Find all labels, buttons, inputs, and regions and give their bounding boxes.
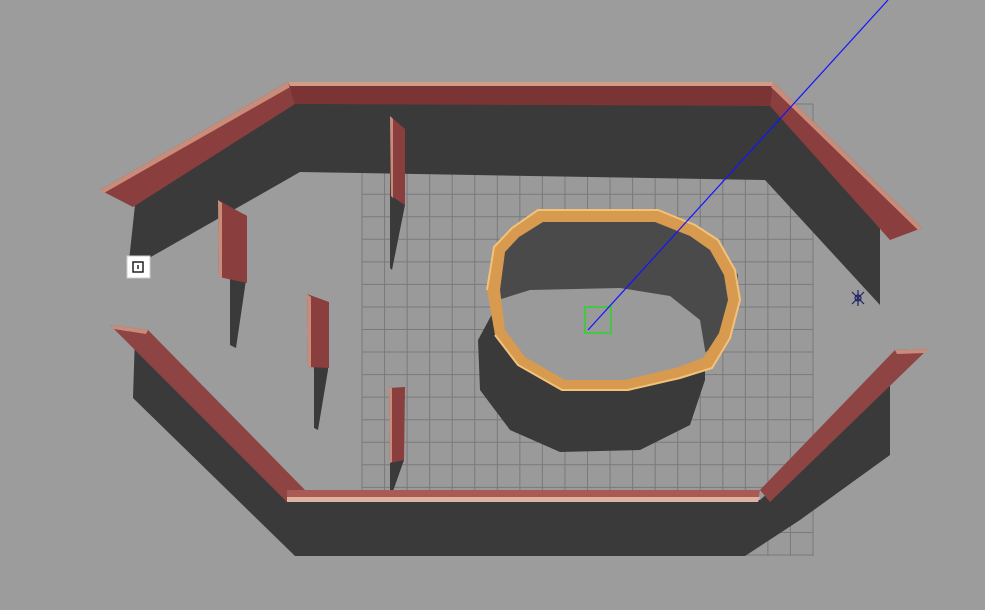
partition-1-edge <box>218 200 222 278</box>
simulation-viewport[interactable] <box>0 0 985 610</box>
scene-canvas[interactable] <box>0 0 985 610</box>
partition-2-edge <box>307 294 311 367</box>
partition-1 <box>218 200 247 283</box>
wall-bottom-cap <box>287 497 760 502</box>
wall-bottom-left <box>110 325 305 502</box>
center-pen <box>486 209 742 391</box>
light-source-icon[interactable] <box>851 290 865 306</box>
wall-top-cap <box>288 82 773 86</box>
origin-marker-icon[interactable] <box>126 255 151 279</box>
